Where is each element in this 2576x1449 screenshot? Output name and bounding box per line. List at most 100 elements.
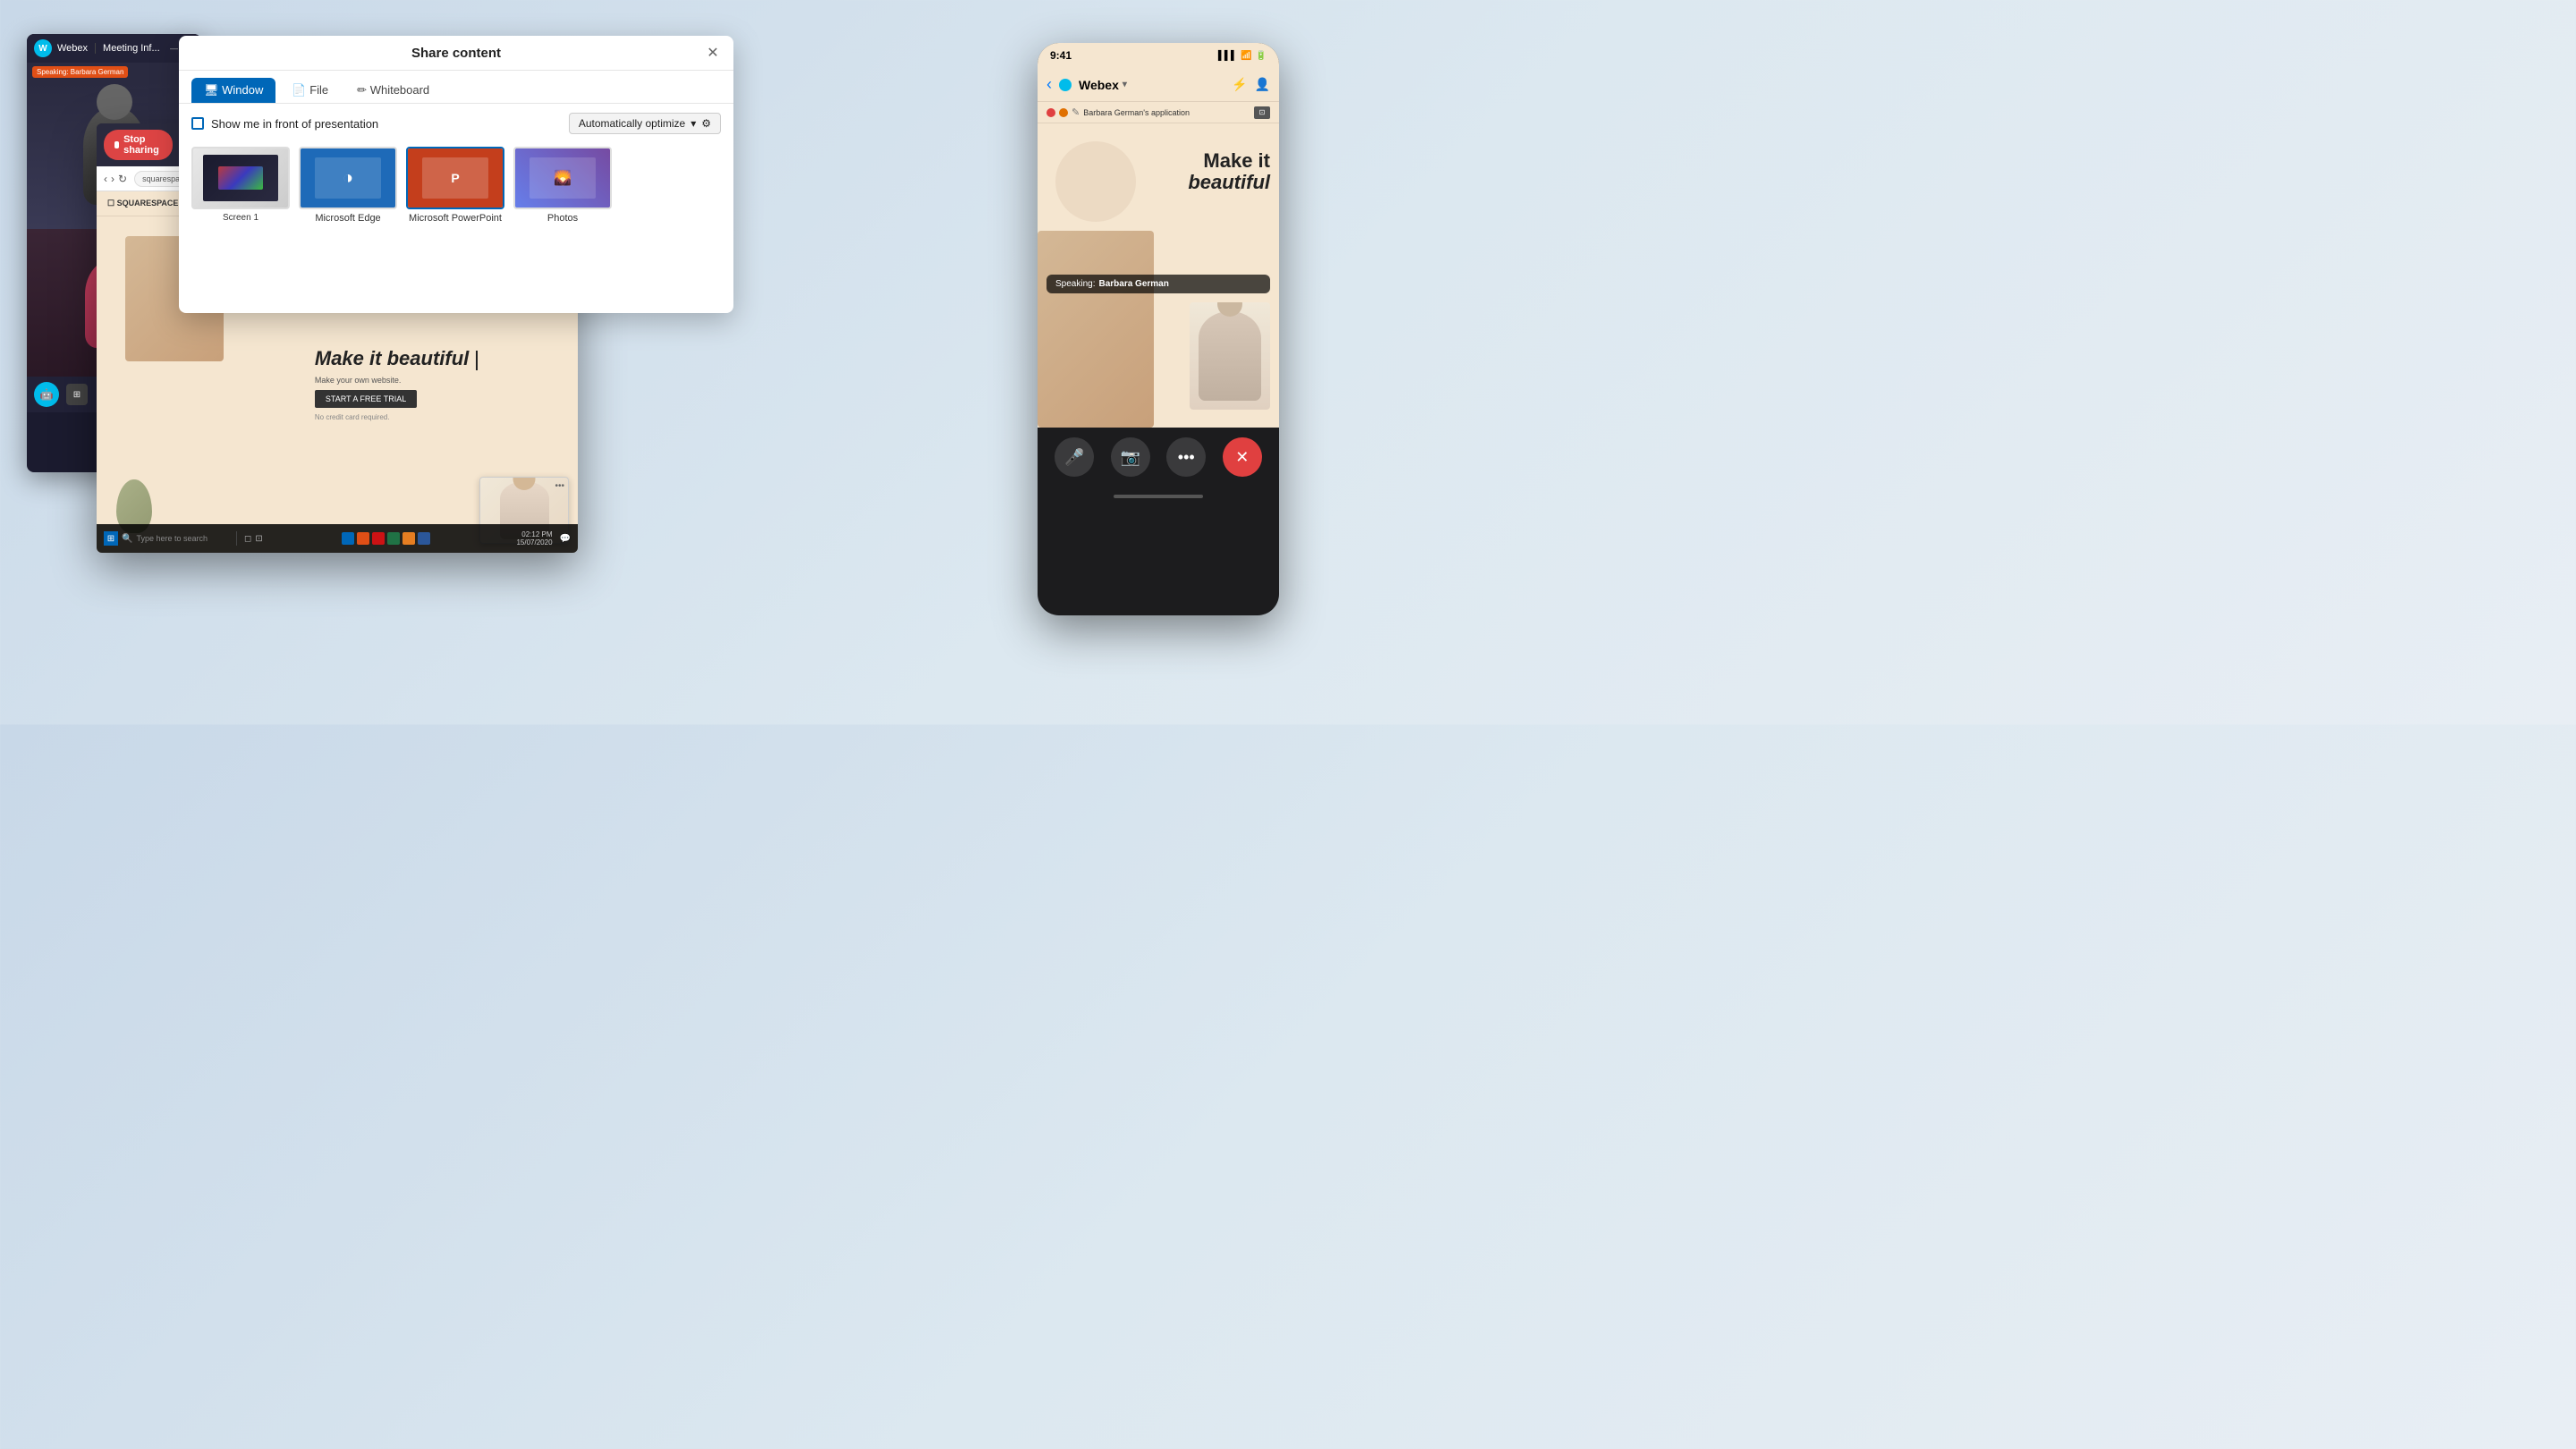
notification-icon[interactable]: 💬	[560, 534, 571, 544]
window-previews-grid: Screen 1 ◑ Microsoft Edge P	[179, 140, 733, 231]
taskbar-apps	[342, 532, 430, 545]
edge-label: Microsoft Edge	[315, 213, 380, 224]
window-preview-screen1[interactable]: Screen 1	[191, 147, 290, 224]
phone-squarespace-content: Make it beautiful Speaking: Barbara Germ…	[1038, 123, 1279, 428]
phone-app-row: ✎ Barbara German's application ⊡	[1038, 102, 1279, 123]
edge-thumbnail: ◑	[299, 147, 397, 209]
headline-italic: beautiful	[387, 347, 470, 369]
share-dialog-title: Share content	[208, 46, 705, 61]
share-dialog-close-button[interactable]: ✕	[705, 45, 721, 61]
taskbar-icon-2[interactable]: ⊡	[255, 534, 262, 544]
phone-video-button[interactable]: 📷	[1111, 437, 1150, 477]
phone-end-call-button[interactable]: ✕	[1223, 437, 1262, 477]
show-me-label: Show me in front of presentation	[211, 117, 378, 131]
phone-headline-area: Make it beautiful	[1188, 150, 1270, 193]
window-preview-edge[interactable]: ◑ Microsoft Edge	[299, 147, 397, 224]
reload-button[interactable]: ↻	[118, 173, 127, 185]
tab-whiteboard-label: Whiteboard	[370, 83, 429, 97]
taskbar-right: 02:12 PM 15/07/2020	[509, 530, 552, 547]
speaking-badge-row: Speaking: Barbara German	[27, 63, 201, 81]
taskbar-excel-icon[interactable]	[387, 532, 400, 545]
taskbar-icon-1[interactable]: ◻	[244, 534, 251, 544]
taskbar-chrome-icon[interactable]	[402, 532, 415, 545]
phone-home-indicator	[1038, 487, 1279, 506]
whiteboard-tab-icon: ✏	[357, 83, 367, 97]
phone-chevron-icon: ▾	[1123, 80, 1127, 89]
taskbar-adobe-icon[interactable]	[372, 532, 385, 545]
phone-speaking-badge: Speaking: Barbara German	[1046, 275, 1270, 293]
pencil-icon: ✎	[1072, 106, 1080, 118]
phone-expand-button[interactable]: ⊡	[1254, 106, 1270, 119]
phone-speaking-label: Speaking:	[1055, 279, 1095, 289]
squarespace-subtext: Make your own website.	[315, 376, 567, 385]
taskbar-word-icon[interactable]	[418, 532, 430, 545]
phone-site-display: Make it beautiful Speaking: Barbara Germ…	[1038, 123, 1279, 428]
no-credit-text: No credit card required.	[315, 413, 567, 421]
ai-button[interactable]: 🤖	[34, 382, 59, 407]
window-tab-icon: 🖥	[204, 83, 219, 97]
checkbox-row: Show me in front of presentation Automat…	[179, 104, 733, 140]
window-preview-ppt[interactable]: P Microsoft PowerPoint	[406, 147, 504, 224]
phone-headline-italic: beautiful	[1188, 171, 1270, 193]
show-me-checkbox[interactable]	[191, 117, 204, 130]
sq-logo-text: ☐ SQUARESPACE	[107, 199, 178, 208]
tab-file[interactable]: 📄 File	[279, 78, 341, 103]
phone-more-icon: •••	[1178, 448, 1195, 467]
phone-end-icon: ✕	[1235, 448, 1249, 467]
screen1-preview	[193, 148, 288, 208]
app-name-label: Barbara German's application	[1083, 108, 1190, 117]
optimize-settings-icon: ⚙	[701, 117, 711, 130]
back-button[interactable]: ‹	[104, 173, 107, 185]
separator	[236, 531, 237, 546]
phone-headline: Make it beautiful	[1188, 150, 1270, 193]
person-icon[interactable]: 👤	[1255, 77, 1270, 92]
phone-back-button[interactable]: ‹	[1046, 75, 1052, 94]
phone-mute-button[interactable]: 🎤	[1055, 437, 1094, 477]
tab-whiteboard[interactable]: ✏ Whiteboard	[344, 78, 442, 103]
phone-header-title-text: Webex	[1079, 78, 1119, 92]
squarespace-logo: ☐ SQUARESPACE	[107, 199, 178, 208]
separator	[95, 43, 96, 54]
headline-main: Make it	[315, 347, 382, 369]
mobile-phone: 9:41 ▌▌▌ 📶 🔋 ‹ Webex ▾ ⚡ 👤 ✎ Barbara Ger…	[1038, 43, 1279, 615]
tab-window-label: Window	[222, 83, 263, 97]
meeting-info-label: Meeting Inf...	[103, 43, 160, 54]
windows-start-button[interactable]: ⊞	[104, 531, 118, 546]
taskbar-search[interactable]: 🔍 Type here to search	[122, 534, 229, 544]
ppt-preview: P	[408, 148, 503, 208]
phone-status-bar: 9:41 ▌▌▌ 📶 🔋	[1038, 43, 1279, 68]
taskbar-search-icon: 🔍	[122, 534, 132, 544]
phone-person-thumbnail	[1190, 302, 1270, 410]
bluetooth-icon[interactable]: ⚡	[1232, 77, 1247, 92]
stop-share-icon	[114, 141, 119, 148]
tab-window[interactable]: 🖥 Window	[191, 78, 275, 103]
taskbar-search-text: Type here to search	[136, 534, 208, 543]
photos-label: Photos	[547, 213, 578, 224]
window-preview-photos[interactable]: 🌄 Photos	[513, 147, 612, 224]
taskbar-ppt-icon[interactable]	[357, 532, 369, 545]
ppt-label: Microsoft PowerPoint	[409, 213, 502, 224]
taskbar-edge-icon[interactable]	[342, 532, 354, 545]
phone-more-button[interactable]: •••	[1166, 437, 1206, 477]
squarespace-headline: Make it beautiful	[315, 348, 567, 369]
phone-product-image	[1038, 231, 1154, 428]
phone-call-controls: 🎤 📷 ••• ✕	[1038, 428, 1279, 487]
signal-icon: ▌▌▌	[1218, 51, 1237, 61]
squarespace-cta-button[interactable]: START A FREE TRIAL	[315, 390, 417, 408]
taskbar-clock: 02:12 PM 15/07/2020	[516, 530, 552, 547]
layout-button[interactable]: ⊞	[66, 384, 88, 405]
floating-video-more[interactable]: •••	[555, 481, 564, 491]
app-dot-orange-icon	[1059, 108, 1068, 117]
optimize-chevron-icon: ▾	[691, 117, 696, 130]
file-tab-icon: 📄	[292, 83, 306, 97]
forward-button[interactable]: ›	[111, 173, 114, 185]
stop-sharing-button[interactable]: Stop sharing	[104, 130, 173, 160]
ppt-thumbnail: P	[406, 147, 504, 209]
wifi-icon: 📶	[1241, 51, 1251, 61]
phone-headline-main: Make it	[1203, 149, 1270, 172]
phone-speaking-name: Barbara German	[1098, 279, 1168, 289]
windows-taskbar: ⊞ 🔍 Type here to search ◻ ⊡ 02:12 PM 15/…	[97, 524, 578, 553]
optimize-button[interactable]: Automatically optimize ▾ ⚙	[569, 113, 721, 134]
screen1-label: Screen 1	[223, 213, 258, 223]
text-area: Make it beautiful Make your own website.…	[301, 348, 567, 420]
